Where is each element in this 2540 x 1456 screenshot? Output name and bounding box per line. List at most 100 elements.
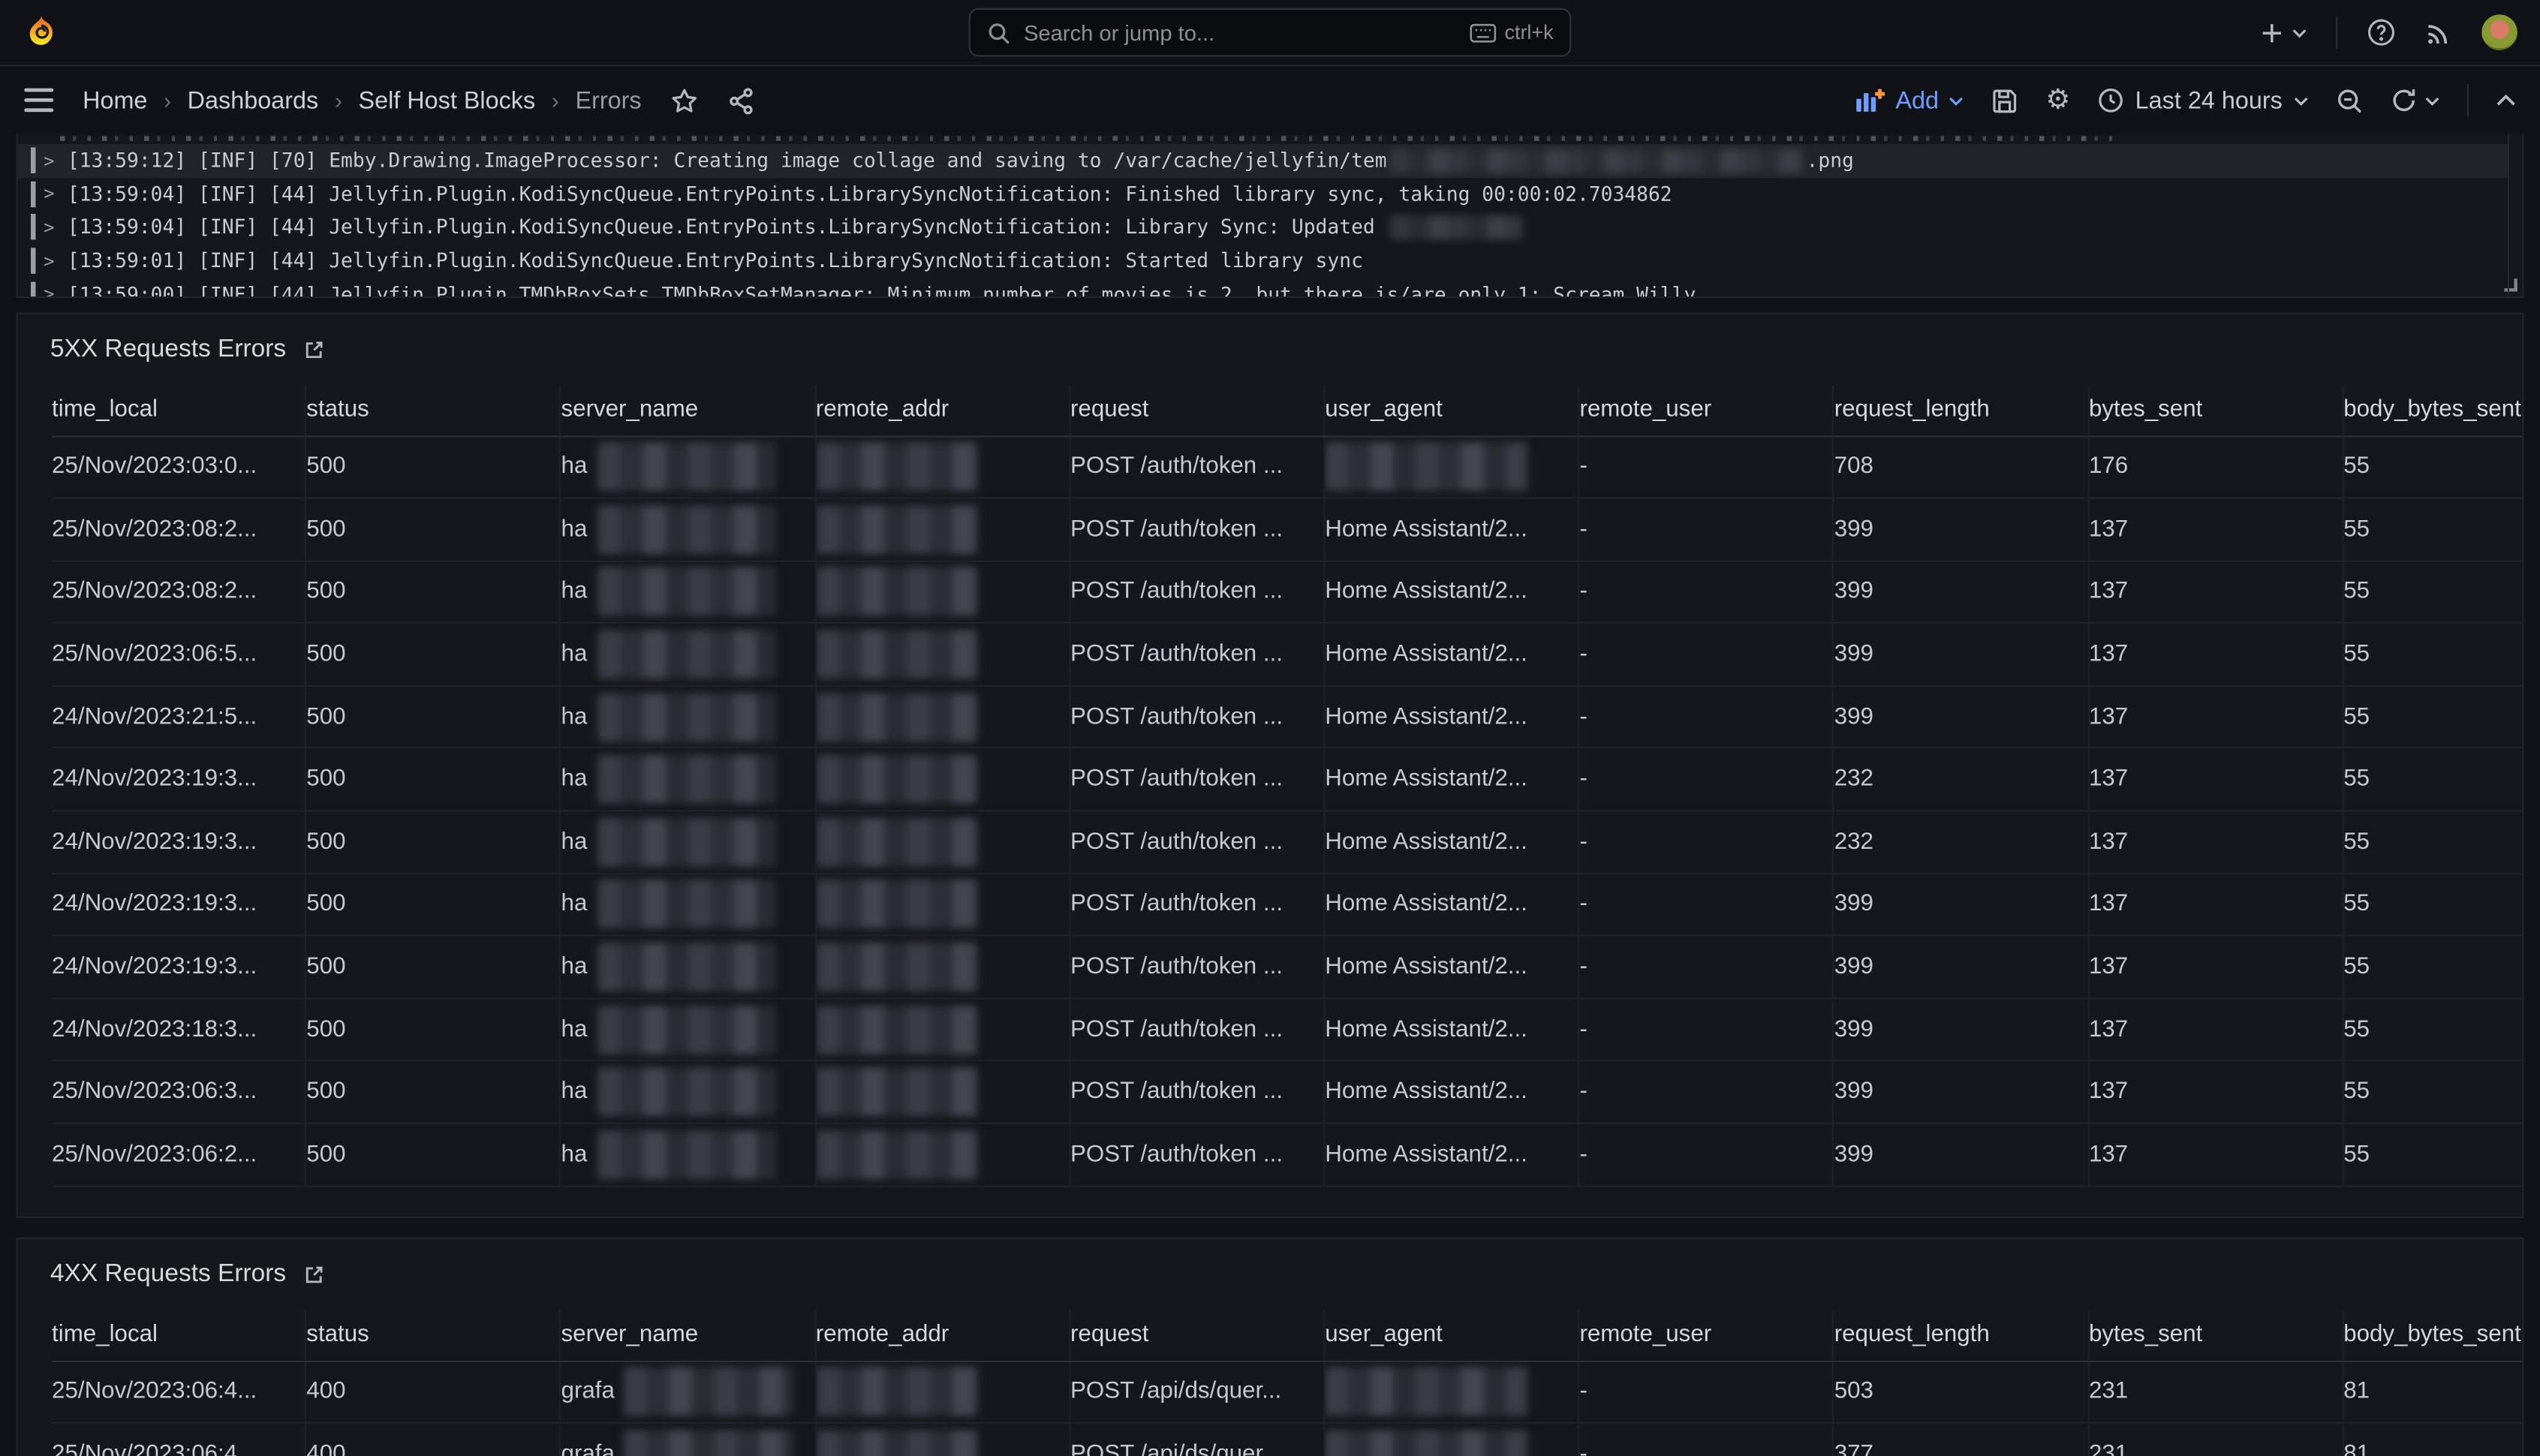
cell-value: 503 <box>1834 1379 1873 1405</box>
cell-request: POST /auth/token ... <box>1070 937 1325 997</box>
cell-value: 400 <box>306 1379 345 1405</box>
cell-time_local: 25/Nov/2023:06:2... <box>52 1124 306 1185</box>
collapse-controls-icon[interactable] <box>2496 94 2516 107</box>
share-icon[interactable] <box>727 86 755 114</box>
dashboard-settings-icon[interactable]: ⚙ <box>2045 86 2070 114</box>
cell-value: 500 <box>306 704 345 730</box>
panel-title[interactable]: 5XX Requests Errors <box>50 335 286 365</box>
redacted-blur <box>597 567 775 616</box>
column-header-time_local[interactable]: time_local <box>52 1310 306 1360</box>
cell-user_agent: Home Assistant/2... <box>1325 874 1579 935</box>
expand-log-icon[interactable]: > <box>44 251 54 272</box>
column-header-remote_user[interactable]: remote_user <box>1579 1310 1834 1360</box>
cell-value: 399 <box>1834 1017 1873 1043</box>
expand-log-icon[interactable]: > <box>44 184 54 205</box>
cell-value: 55 <box>2343 579 2370 606</box>
panel-title[interactable]: 4XX Requests Errors <box>50 1260 286 1289</box>
cell-value: ha <box>561 829 588 856</box>
cell-server_name: ha <box>561 561 816 622</box>
column-header-remote_user[interactable]: remote_user <box>1579 386 1834 435</box>
column-header-time_local[interactable]: time_local <box>52 386 306 435</box>
column-header-bytes_sent[interactable]: bytes_sent <box>2089 386 2343 435</box>
new-menu-button[interactable] <box>2260 20 2307 44</box>
cell-request_length: 399 <box>1834 999 2089 1060</box>
cell-value: 55 <box>2343 642 2370 668</box>
panel-resize-handle[interactable] <box>2505 278 2517 291</box>
cell-value: Home Assistant/2... <box>1325 1017 1527 1043</box>
table-row: 24/Nov/2023:19:3...500haPOST /auth/token… <box>52 749 2522 811</box>
cell-value: 399 <box>1834 1142 1873 1168</box>
refresh-interval-chevron-icon[interactable] <box>2425 95 2439 106</box>
save-dashboard-icon[interactable] <box>1991 86 2018 114</box>
add-label: Add <box>1895 86 1939 114</box>
time-range-picker[interactable]: Last 24 hours <box>2098 86 2308 114</box>
zoom-out-icon[interactable] <box>2336 86 2364 114</box>
column-header-status[interactable]: status <box>306 1310 561 1360</box>
external-link-icon[interactable] <box>302 1263 325 1286</box>
cell-value: ha <box>561 579 588 606</box>
column-header-body_bytes_sent[interactable]: body_bytes_sent <box>2343 1310 2522 1360</box>
cell-bytes_sent: 231 <box>2089 1424 2343 1456</box>
column-header-user_agent[interactable]: user_agent <box>1325 386 1579 435</box>
cell-body_bytes_sent: 55 <box>2343 1062 2522 1123</box>
log-row[interactable]: >[13:59:12] [INF] [70] Emby.Drawing.Imag… <box>18 144 2508 177</box>
breadcrumb-item-self-host-blocks[interactable]: Self Host Blocks <box>358 86 535 114</box>
cell-bytes_sent: 137 <box>2089 874 2343 935</box>
expand-log-icon[interactable]: > <box>44 217 54 238</box>
refresh-button[interactable] <box>2391 88 2439 114</box>
cell-request_length: 377 <box>1834 1424 2089 1456</box>
column-header-status[interactable]: status <box>306 386 561 435</box>
search-input[interactable]: Search or jump to... ctrl+k <box>969 8 1572 57</box>
column-header-remote_addr[interactable]: remote_addr <box>816 1310 1070 1360</box>
cell-user_agent: Home Assistant/2... <box>1325 1062 1579 1123</box>
column-header-server_name[interactable]: server_name <box>561 386 816 435</box>
external-link-icon[interactable] <box>302 338 325 361</box>
breadcrumb-item-dashboards[interactable]: Dashboards <box>188 86 319 114</box>
cell-request_length: 399 <box>1834 1062 2089 1123</box>
cell-value: 231 <box>2089 1442 2128 1456</box>
add-panel-button[interactable]: Add <box>1855 86 1963 114</box>
cell-body_bytes_sent: 55 <box>2343 937 2522 997</box>
top-bar: Search or jump to... ctrl+k <box>0 0 2540 66</box>
column-header-server_name[interactable]: server_name <box>561 1310 816 1360</box>
cell-value: 81 <box>2343 1379 2370 1405</box>
cell-value: 25/Nov/2023:06:2... <box>52 1142 257 1168</box>
cell-value: POST /api/ds/quer... <box>1070 1379 1281 1405</box>
redacted-blur <box>597 630 775 679</box>
column-header-bytes_sent[interactable]: bytes_sent <box>2089 1310 2343 1360</box>
favorite-star-icon[interactable] <box>670 86 698 114</box>
cell-request: POST /auth/token ... <box>1070 687 1325 748</box>
cell-remote_user: - <box>1579 811 1834 872</box>
column-header-request_length[interactable]: request_length <box>1834 386 2089 435</box>
log-row[interactable]: >[13:59:04] [INF] [44] Jellyfin.Plugin.K… <box>18 178 2508 211</box>
log-level-bar <box>31 148 35 174</box>
breadcrumb-item-home[interactable]: Home <box>83 86 147 114</box>
cell-time_local: 25/Nov/2023:08:2... <box>52 499 306 560</box>
column-header-body_bytes_sent[interactable]: body_bytes_sent <box>2343 386 2522 435</box>
column-header-label: remote_addr <box>816 397 949 423</box>
expand-log-icon[interactable]: > <box>44 150 54 171</box>
column-header-request[interactable]: request <box>1070 1310 1325 1360</box>
help-icon[interactable] <box>2367 18 2396 47</box>
column-header-request_length[interactable]: request_length <box>1834 1310 2089 1360</box>
log-row[interactable]: >[13:59:04] [INF] [44] Jellyfin.Plugin.K… <box>18 211 2508 244</box>
menu-toggle-icon[interactable] <box>24 88 56 114</box>
column-header-request[interactable]: request <box>1070 386 1325 435</box>
search-placeholder: Search or jump to... <box>1024 20 1456 44</box>
column-header-user_agent[interactable]: user_agent <box>1325 1310 1579 1360</box>
log-row[interactable]: > [13:59:00] [INF] [44] Jellyfin.Plugin.T… <box>18 278 2508 298</box>
log-row[interactable]: >[13:59:01] [INF] [44] Jellyfin.Plugin.K… <box>18 244 2508 277</box>
column-header-remote_addr[interactable]: remote_addr <box>816 386 1070 435</box>
cell-value: - <box>1579 579 1587 606</box>
cell-value: 399 <box>1834 579 1873 606</box>
cell-value: ha <box>561 1017 588 1043</box>
grafana-logo-icon[interactable] <box>23 14 60 51</box>
cell-value: ha <box>561 892 588 918</box>
expand-log-icon[interactable]: > <box>44 284 54 298</box>
log-message: [13:59:00] [INF] [44] Jellyfin.Plugin.TM… <box>68 283 1696 298</box>
column-header-label: remote_user <box>1579 397 1711 423</box>
table-row: 24/Nov/2023:21:5...500haPOST /auth/token… <box>52 687 2522 749</box>
cell-server_name: ha <box>561 687 816 748</box>
news-rss-icon[interactable] <box>2425 19 2453 47</box>
user-avatar[interactable] <box>2481 14 2517 50</box>
